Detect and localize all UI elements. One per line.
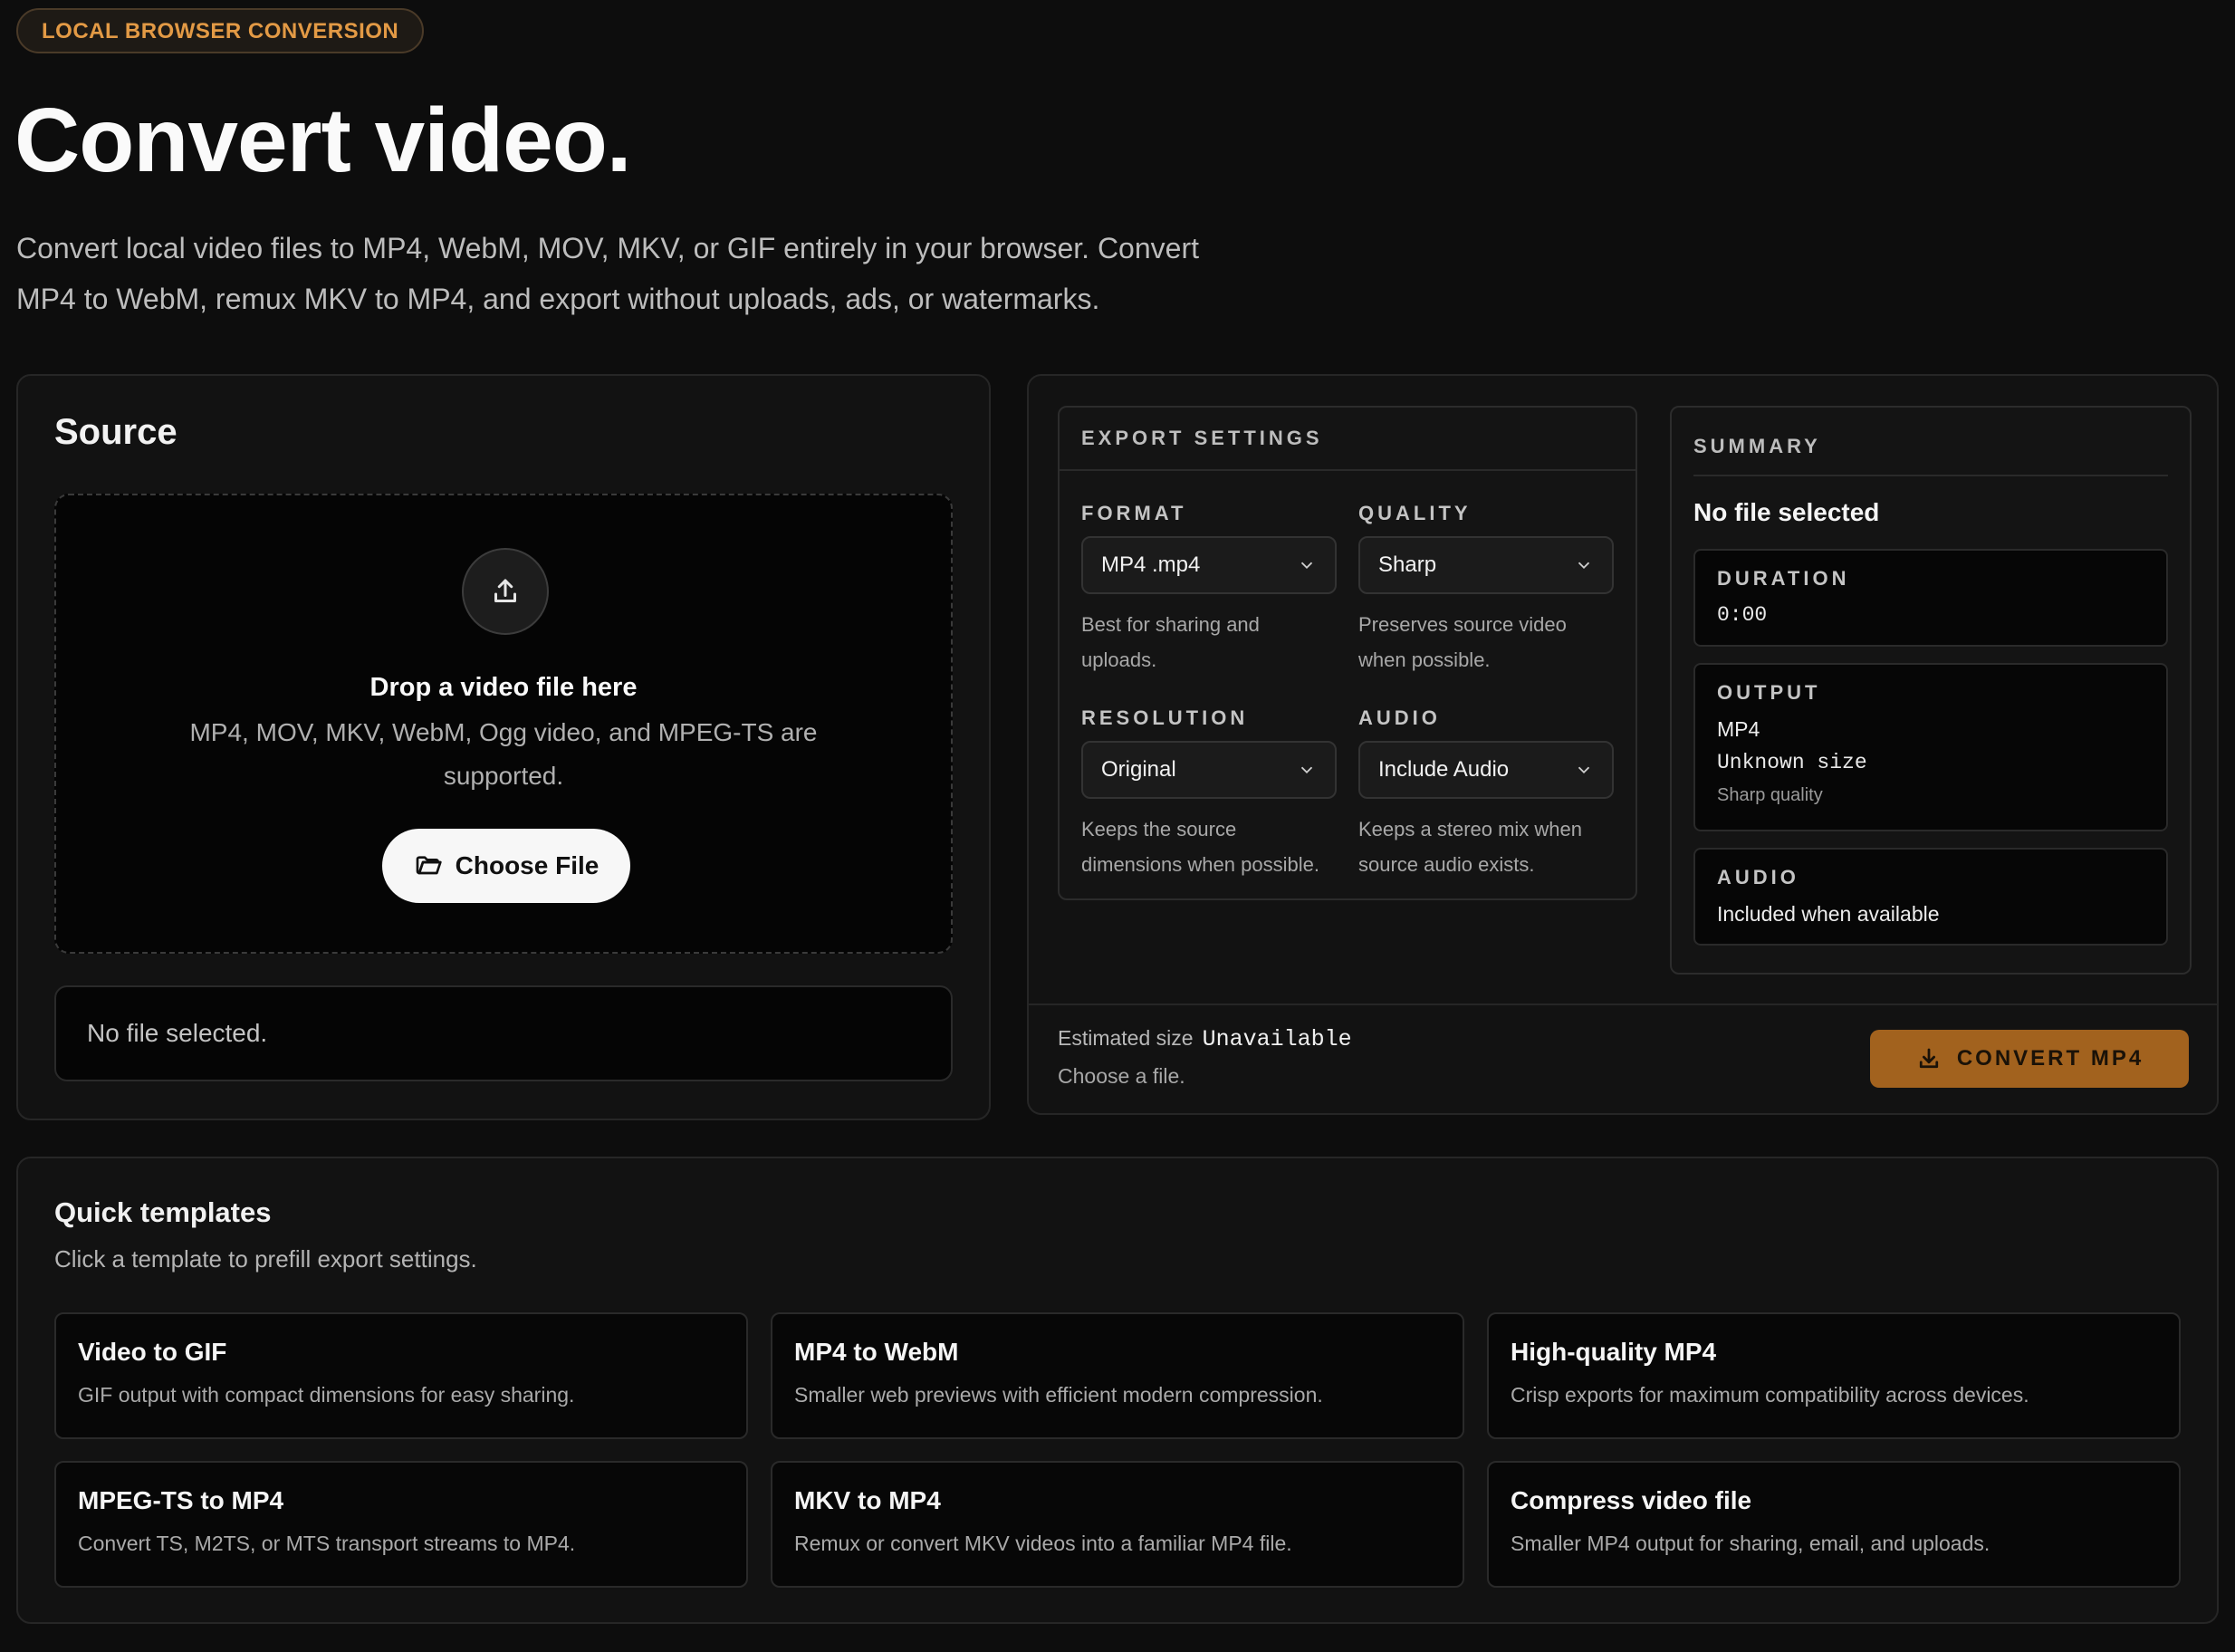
folder-icon xyxy=(416,856,442,875)
resolution-label: RESOLUTION xyxy=(1081,706,1249,729)
chevron-down-icon xyxy=(1578,562,1590,570)
chevron-down-icon xyxy=(1300,562,1313,570)
template-title: Video to GIF xyxy=(78,1338,227,1366)
audio-label: AUDIO xyxy=(1358,706,1441,729)
summary-audio-value: Included when available xyxy=(1717,902,1940,926)
template-mp4-to-webm[interactable]: MP4 to WebM Smaller web previews with ef… xyxy=(771,1312,1464,1439)
format-value: MP4 .mp4 xyxy=(1101,552,1201,577)
download-icon xyxy=(1919,1048,1938,1069)
template-desc: Remux or convert MKV videos into a famil… xyxy=(794,1532,1292,1555)
format-select[interactable]: MP4 .mp4 xyxy=(1081,536,1337,594)
source-panel: Source Drop a video file here MP4, MOV, … xyxy=(16,374,991,1120)
duration-label: DURATION xyxy=(1717,567,1850,590)
duration-value: 0:00 xyxy=(1717,603,1768,627)
audio-card: AUDIO Included when available xyxy=(1693,848,2168,946)
format-field: FORMAT MP4 .mp4 Best for sharing and upl… xyxy=(1081,502,1337,677)
template-title: MPEG-TS to MP4 xyxy=(78,1486,284,1514)
dropzone-title: Drop a video file here xyxy=(369,673,638,702)
template-desc: Smaller MP4 output for sharing, email, a… xyxy=(1511,1532,1990,1555)
template-desc: GIF output with compact dimensions for e… xyxy=(78,1383,575,1407)
output-label: OUTPUT xyxy=(1717,681,1821,704)
page-intro: Convert local video files to MP4, WebM, … xyxy=(16,232,1199,315)
quality-label: QUALITY xyxy=(1358,502,1472,524)
format-label: FORMAT xyxy=(1081,502,1187,524)
convert-label: CONVERT MP4 xyxy=(1956,1046,2144,1071)
summary-file: No file selected xyxy=(1693,498,1880,526)
template-title: Compress video file xyxy=(1511,1486,1752,1514)
resolution-select[interactable]: Original xyxy=(1081,741,1337,799)
source-heading: Source xyxy=(54,412,177,452)
output-card: OUTPUT MP4 Unknown size Sharp quality xyxy=(1693,663,2168,831)
video-dropzone[interactable]: Drop a video file here MP4, MOV, MKV, We… xyxy=(54,494,953,954)
quality-value: Sharp xyxy=(1378,552,1437,577)
export-settings: EXPORT SETTINGS FORMAT MP4 .mp4 Best for… xyxy=(1058,406,1637,900)
dropzone-subtitle: MP4, MOV, MKV, WebM, Ogg video, and MPEG… xyxy=(189,718,818,790)
output-quality: Sharp quality xyxy=(1717,785,1823,805)
output-format: MP4 xyxy=(1717,717,1760,741)
format-help: Best for sharing and uploads. xyxy=(1081,613,1260,671)
estimated-size-label: Estimated size xyxy=(1058,1026,1194,1050)
export-settings-heading: EXPORT SETTINGS xyxy=(1060,408,1635,471)
conversion-badge: LOCAL BROWSER CONVERSION xyxy=(16,8,425,53)
chevron-down-icon xyxy=(1300,766,1313,774)
resolution-field: RESOLUTION Original Keeps the source dim… xyxy=(1081,706,1337,882)
export-panel: EXPORT SETTINGS FORMAT MP4 .mp4 Best for… xyxy=(1027,374,2219,1115)
panel-divider xyxy=(1029,1004,2217,1005)
template-desc: Smaller web previews with efficient mode… xyxy=(794,1383,1323,1407)
summary-panel: SUMMARY No file selected DURATION 0:00 O… xyxy=(1670,406,2192,975)
templates-heading: Quick templates xyxy=(54,1196,272,1228)
estimated-size-value: Unavailable xyxy=(1202,1026,1352,1052)
output-size: Unknown size xyxy=(1717,751,1867,774)
audio-select[interactable]: Include Audio xyxy=(1358,741,1614,799)
audio-field: AUDIO Include Audio Keeps a stereo mix w… xyxy=(1358,706,1614,882)
upload-icon xyxy=(462,548,549,635)
template-desc: Crisp exports for maximum compatibility … xyxy=(1511,1383,2029,1407)
resolution-help: Keeps the source dimensions when possibl… xyxy=(1081,818,1319,876)
template-title: High-quality MP4 xyxy=(1511,1338,1717,1366)
resolution-value: Original xyxy=(1101,757,1176,782)
summary-audio-label: AUDIO xyxy=(1717,866,1799,888)
template-mkv-to-mp4[interactable]: MKV to MP4 Remux or convert MKV videos i… xyxy=(771,1461,1464,1588)
quality-select[interactable]: Sharp xyxy=(1358,536,1614,594)
choose-file-label: Choose File xyxy=(455,851,600,879)
quality-help: Preserves source video when possible. xyxy=(1358,613,1567,671)
template-video-to-gif[interactable]: Video to GIF GIF output with compact dim… xyxy=(54,1312,748,1439)
estimated-size-hint: Choose a file. xyxy=(1058,1064,1185,1088)
convert-button[interactable]: CONVERT MP4 xyxy=(1870,1030,2189,1088)
template-compress-video[interactable]: Compress video file Smaller MP4 output f… xyxy=(1487,1461,2181,1588)
duration-card: DURATION 0:00 xyxy=(1693,549,2168,647)
audio-value: Include Audio xyxy=(1378,757,1510,782)
choose-file-button[interactable]: Choose File xyxy=(382,829,630,903)
template-mpeg-ts-to-mp4[interactable]: MPEG-TS to MP4 Convert TS, M2TS, or MTS … xyxy=(54,1461,748,1588)
templates-panel: Quick templates Click a template to pref… xyxy=(16,1157,2219,1624)
chevron-down-icon xyxy=(1578,766,1590,774)
quality-field: QUALITY Sharp Preserves source video whe… xyxy=(1358,502,1614,677)
templates-subtitle: Click a template to prefill export setti… xyxy=(54,1245,477,1273)
template-title: MKV to MP4 xyxy=(794,1486,941,1514)
template-high-quality-mp4[interactable]: High-quality MP4 Crisp exports for maxim… xyxy=(1487,1312,2181,1439)
template-desc: Convert TS, M2TS, or MTS transport strea… xyxy=(78,1532,576,1555)
summary-heading: SUMMARY xyxy=(1693,408,2168,476)
template-title: MP4 to WebM xyxy=(794,1338,959,1366)
estimated-size: Estimated size Unavailable xyxy=(1058,1026,1352,1052)
file-status: No file selected. xyxy=(54,985,953,1081)
audio-help: Keeps a stereo mix when source audio exi… xyxy=(1358,818,1583,876)
page-title: Convert video. xyxy=(14,90,632,191)
